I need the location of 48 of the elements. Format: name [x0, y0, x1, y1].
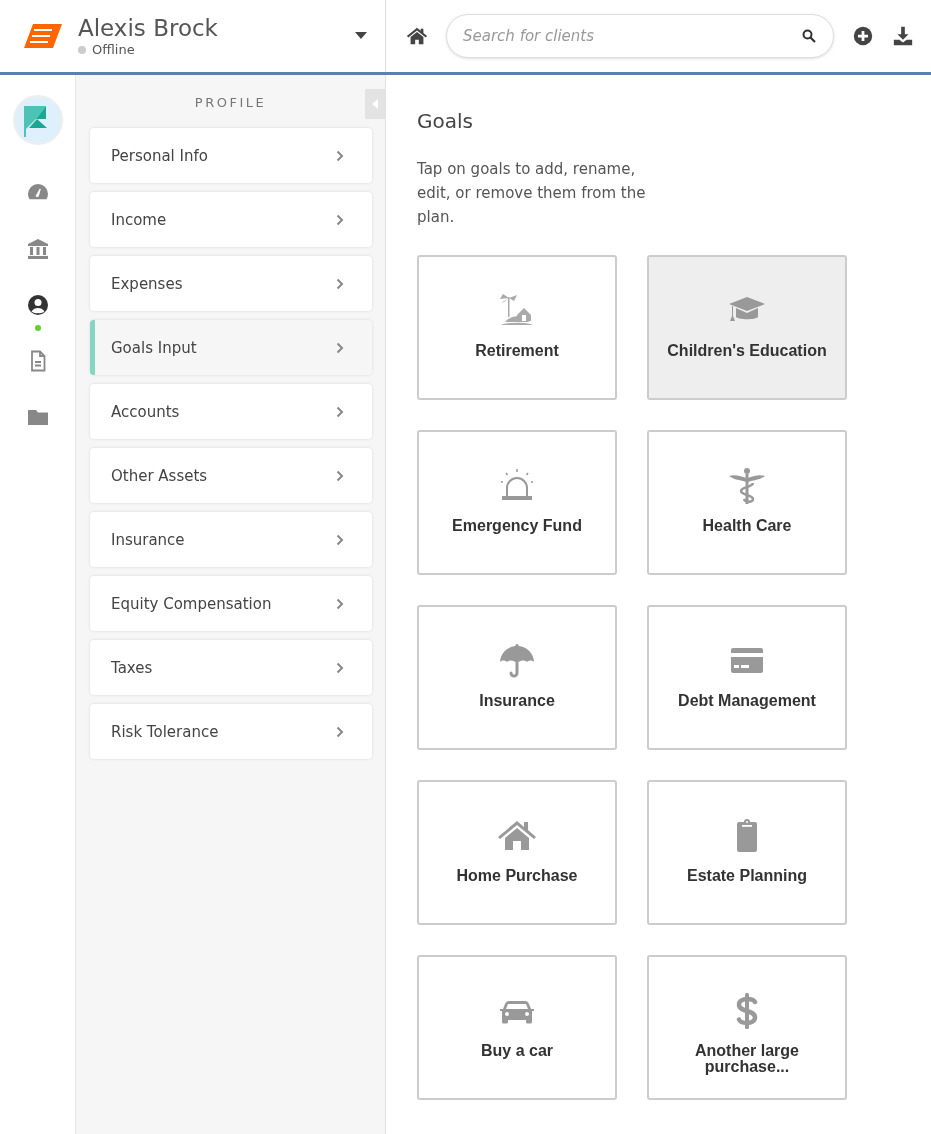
profile-menu-item[interactable]: Income — [90, 192, 372, 247]
profile-menu-item[interactable]: Accounts — [90, 384, 372, 439]
search-field[interactable]: Search for clients — [446, 14, 834, 58]
flag-logo-icon — [12, 95, 63, 145]
goal-tile[interactable]: Another large purchase... — [647, 955, 847, 1100]
goal-tile[interactable]: Insurance — [417, 605, 617, 750]
chevron-icon — [336, 533, 344, 546]
goal-tile[interactable]: Children's Education — [647, 255, 847, 400]
status-text: Offline — [92, 42, 135, 57]
profile-menu-item[interactable]: Equity Compensation — [90, 576, 372, 631]
chevron-icon — [336, 469, 344, 482]
profile-menu-item[interactable]: Risk Tolerance — [90, 704, 372, 759]
caret-icon — [372, 99, 378, 109]
goal-tile[interactable]: Estate Planning — [647, 780, 847, 925]
goal-tile[interactable]: Debt Management — [647, 605, 847, 750]
profile-menu-item[interactable]: Expenses — [90, 256, 372, 311]
goal-tile[interactable]: Retirement — [417, 255, 617, 400]
chevron-icon — [336, 149, 344, 162]
add-icon[interactable] — [852, 25, 874, 47]
chevron-icon — [336, 213, 344, 226]
goal-tile[interactable]: Emergency Fund — [417, 430, 617, 575]
user-name: Alexis Brock — [78, 15, 219, 41]
chevron-icon — [336, 405, 344, 418]
goal-tile[interactable]: Buy a car — [417, 955, 617, 1100]
logo-icon — [24, 24, 62, 48]
search-icon[interactable] — [802, 29, 816, 43]
panel-title: PROFILE — [193, 95, 268, 110]
profile-menu-item[interactable]: Goals Input — [90, 320, 372, 375]
caduceus-icon — [727, 466, 767, 506]
profile-menu-item[interactable]: Taxes — [90, 640, 372, 695]
profile-menu-item[interactable]: Other Assets — [90, 448, 372, 503]
goal-tile[interactable]: Home Purchase — [417, 780, 617, 925]
active-dot — [34, 325, 41, 331]
chevron-icon — [336, 661, 344, 674]
user-icon[interactable] — [25, 293, 50, 317]
home-icon[interactable] — [406, 25, 428, 47]
chevron-icon — [336, 277, 344, 290]
chevron-icon — [336, 341, 344, 354]
profile-menu-item[interactable]: Personal Info — [90, 128, 372, 183]
page-title: Goals — [417, 109, 474, 133]
chevron-icon — [336, 597, 344, 610]
profile-menu-item[interactable]: Insurance — [90, 512, 372, 567]
chevron-icon — [336, 725, 344, 738]
goal-tile[interactable]: Health Care — [647, 430, 847, 575]
caret-icon[interactable] — [355, 32, 367, 40]
description: Tap on goals to add, rename, edit, or remove them from the plan. — [417, 159, 647, 228]
download-icon[interactable] — [892, 25, 914, 47]
bank-icon[interactable] — [25, 237, 50, 261]
